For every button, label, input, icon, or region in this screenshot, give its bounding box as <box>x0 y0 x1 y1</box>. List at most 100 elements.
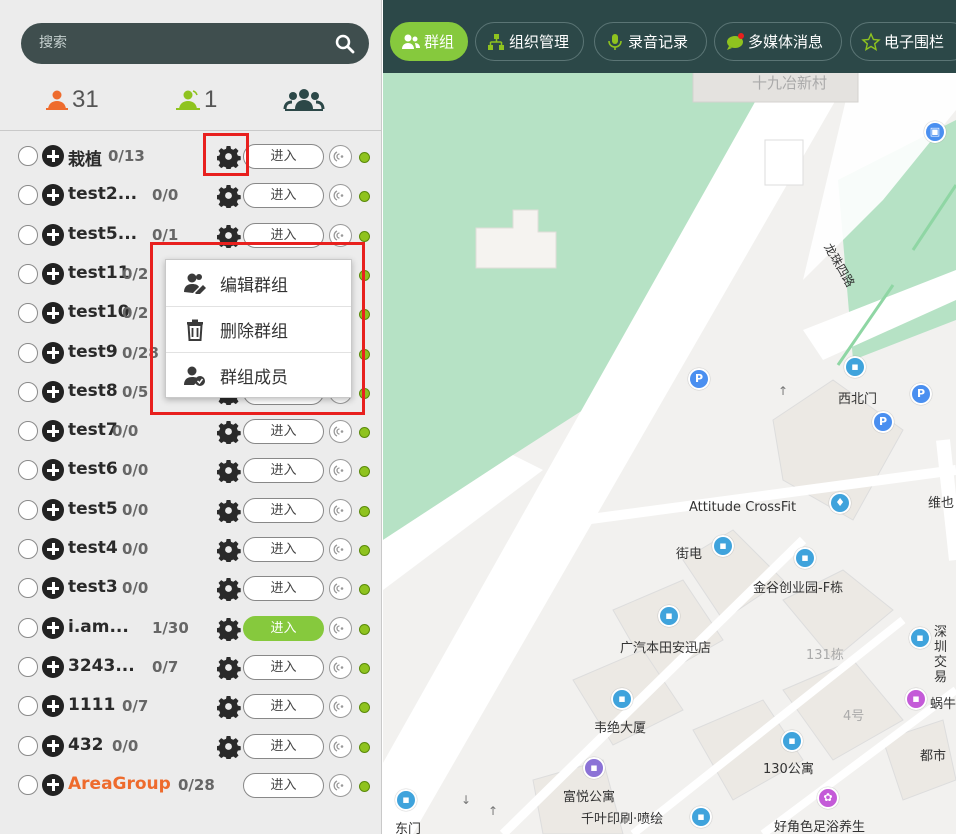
group-select-radio[interactable] <box>18 460 38 481</box>
gear-icon[interactable] <box>217 499 241 523</box>
ptt-signal-icon[interactable] <box>328 498 353 523</box>
expand-plus-icon[interactable] <box>42 498 64 521</box>
group-row[interactable]: test6 0/0 进入 <box>0 451 382 490</box>
search-icon[interactable] <box>334 33 356 55</box>
ptt-signal-icon[interactable] <box>328 537 353 562</box>
expand-plus-icon[interactable] <box>42 302 64 325</box>
gear-icon[interactable] <box>217 420 241 445</box>
group-select-radio[interactable] <box>18 656 38 677</box>
expand-plus-icon[interactable] <box>42 380 64 403</box>
ptt-signal-icon[interactable] <box>328 773 353 798</box>
enter-group-button[interactable]: 进入 <box>243 144 324 169</box>
group-row[interactable]: test2... 0/0 进入 <box>0 176 382 215</box>
group-select-radio[interactable] <box>18 185 38 206</box>
tab-fence[interactable]: 电子围栏 <box>850 22 956 61</box>
group-select-radio[interactable] <box>18 578 38 599</box>
expand-plus-icon[interactable] <box>42 420 64 443</box>
gym-marker-icon[interactable]: ♦ <box>829 492 851 514</box>
enter-group-button[interactable]: 进入 <box>243 183 324 209</box>
group-select-radio[interactable] <box>18 381 38 402</box>
gear-icon[interactable] <box>217 459 241 484</box>
group-row[interactable]: 1111 0/7 进入 <box>0 687 382 726</box>
group-select-radio[interactable] <box>18 617 38 638</box>
gear-icon[interactable] <box>217 184 241 209</box>
enter-group-button[interactable]: 进入 <box>243 458 324 484</box>
group-row[interactable]: test3 0/0 进入 <box>0 569 382 608</box>
group-select-radio[interactable] <box>18 342 38 363</box>
enter-group-button[interactable]: 进入 <box>243 419 324 445</box>
stat-groups[interactable] <box>283 86 325 114</box>
gear-icon[interactable] <box>217 656 241 680</box>
ptt-signal-icon[interactable] <box>328 655 353 680</box>
group-row[interactable]: 432 0/0 进入 <box>0 727 382 766</box>
search-input[interactable] <box>39 32 319 54</box>
group-row[interactable]: AreaGroup 0/28 进入 <box>0 766 382 805</box>
ptt-signal-icon[interactable] <box>328 458 353 483</box>
group-row[interactable]: test5 0/0 进入 <box>0 491 382 530</box>
tab-multimedia[interactable]: 多媒体消息 <box>714 22 842 61</box>
group-select-radio[interactable] <box>18 263 38 284</box>
expand-plus-icon[interactable] <box>42 223 64 246</box>
ptt-signal-icon[interactable] <box>328 183 353 208</box>
expand-plus-icon[interactable] <box>42 655 64 678</box>
tab-recording[interactable]: 录音记录 <box>594 22 707 61</box>
ptt-signal-icon[interactable] <box>328 734 353 759</box>
shop-marker-icon[interactable]: ▪ <box>905 688 927 710</box>
gear-icon[interactable] <box>217 577 241 602</box>
enter-group-button[interactable]: 进入 <box>243 694 324 720</box>
ptt-signal-icon[interactable] <box>328 616 353 641</box>
group-select-radio[interactable] <box>18 303 38 324</box>
enter-group-button[interactable]: 进入 <box>243 772 324 798</box>
enter-group-button[interactable]: 进入 <box>243 576 324 602</box>
apartment-marker-icon[interactable]: ▪ <box>583 757 605 779</box>
enter-group-button[interactable]: 进入 <box>243 733 324 759</box>
expand-plus-icon[interactable] <box>42 262 64 285</box>
ptt-signal-icon[interactable] <box>328 694 353 719</box>
enter-group-button[interactable]: 进入 <box>243 615 324 641</box>
expand-plus-icon[interactable] <box>42 184 64 207</box>
group-select-radio[interactable] <box>18 499 38 520</box>
gate-marker-icon[interactable]: ▪ <box>844 356 866 378</box>
enter-group-button[interactable]: 进入 <box>243 537 324 562</box>
car-marker-icon[interactable]: ▪ <box>909 627 931 649</box>
group-row[interactable]: 栽植 0/13 进入 <box>0 137 382 176</box>
parking-icon[interactable]: P <box>688 368 710 390</box>
ptt-signal-icon[interactable] <box>328 576 353 601</box>
gate-marker-icon[interactable]: ▪ <box>395 789 417 811</box>
tab-group[interactable]: 群组 <box>390 22 468 61</box>
expand-plus-icon[interactable] <box>42 734 64 757</box>
expand-plus-icon[interactable] <box>42 145 64 167</box>
enter-group-button[interactable]: 进入 <box>243 497 324 523</box>
ptt-signal-icon[interactable] <box>328 144 353 169</box>
expand-plus-icon[interactable] <box>42 773 64 796</box>
gear-icon[interactable] <box>217 538 241 562</box>
gear-icon[interactable] <box>217 617 241 641</box>
group-row[interactable]: i.am... 1/30 进入 <box>0 609 382 648</box>
parking-icon[interactable]: P <box>872 411 894 433</box>
expand-plus-icon[interactable] <box>42 459 64 482</box>
group-select-radio[interactable] <box>18 774 38 795</box>
group-row[interactable]: test4 0/0 进入 <box>0 530 382 569</box>
group-select-radio[interactable] <box>18 539 38 559</box>
parking-icon[interactable]: P <box>910 383 932 405</box>
expand-plus-icon[interactable] <box>42 616 64 639</box>
group-select-radio[interactable] <box>18 735 38 756</box>
building-marker-icon[interactable]: ▪ <box>794 547 816 569</box>
charging-marker-icon[interactable]: ▪ <box>712 535 734 557</box>
expand-plus-icon[interactable] <box>42 577 64 600</box>
building-marker-icon[interactable]: ▪ <box>781 730 803 752</box>
expand-plus-icon[interactable] <box>42 341 64 364</box>
map-view[interactable]: ↑ ↓ ↑ 十九冶新村 龙珠四路 西北门 Attitude CrossFit 维… <box>383 0 956 834</box>
group-row[interactable]: test7 0/0 进入 <box>0 412 382 451</box>
gear-icon[interactable] <box>217 735 241 759</box>
spa-marker-icon[interactable]: ✿ <box>817 787 839 809</box>
group-select-radio[interactable] <box>18 696 38 717</box>
tab-org[interactable]: 组织管理 <box>475 22 584 61</box>
expand-plus-icon[interactable] <box>42 695 64 718</box>
expand-plus-icon[interactable] <box>42 538 64 560</box>
group-select-radio[interactable] <box>18 146 38 166</box>
group-select-radio[interactable] <box>18 421 38 442</box>
building-marker-icon[interactable]: ▪ <box>611 688 633 710</box>
bus-stop-icon[interactable]: ▣ <box>924 121 946 143</box>
ptt-signal-icon[interactable] <box>328 419 353 444</box>
